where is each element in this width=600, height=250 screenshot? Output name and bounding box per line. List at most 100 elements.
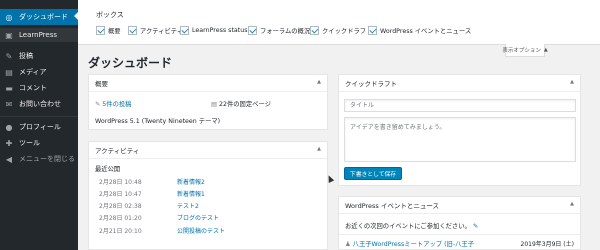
checkbox-wp-events[interactable]: WordPress イベントとニュース bbox=[368, 25, 471, 35]
admin-sidebar: ◎ ダッシュボード ▣ LearnPress ✎ 投稿 ▤ メディア ▬ コメン… bbox=[0, 0, 79, 250]
checkbox-checked[interactable] bbox=[96, 25, 105, 35]
recently-published-heading: 最近公開 bbox=[95, 166, 121, 173]
sidebar-item-label: メディア bbox=[19, 68, 47, 76]
screen-options-tab[interactable]: 表示オプション ▲ bbox=[502, 44, 548, 57]
divider bbox=[339, 234, 580, 235]
box-title: 概要 bbox=[95, 80, 108, 88]
toggle-arrow-icon[interactable]: ▲ bbox=[317, 146, 321, 152]
pages-count-link[interactable]: ▤ 22件の固定ページ bbox=[211, 99, 271, 108]
pages-icon: ▤ bbox=[211, 101, 219, 108]
checkbox-checked[interactable] bbox=[368, 25, 377, 35]
screen-options-tab-label: 表示オプション bbox=[502, 48, 541, 54]
toggle-arrow-icon[interactable]: ▲ bbox=[570, 201, 574, 207]
activity-date: 2月28日 10:47 bbox=[99, 190, 142, 198]
overview-box: 概要 ▲ ✎ 5件の投稿 ▤ 22件の固定ページ WordPress 5.1 (… bbox=[88, 74, 328, 130]
activity-post-link[interactable]: テスト2 bbox=[177, 201, 199, 210]
checkbox-label: 概要 bbox=[108, 27, 121, 35]
checkbox-label: LearnPress status bbox=[192, 26, 248, 34]
checkbox-checked[interactable] bbox=[310, 25, 319, 35]
activity-post-link[interactable]: 公開投稿のテスト bbox=[177, 226, 225, 235]
checkbox-learnpress-status[interactable]: LearnPress status bbox=[180, 25, 248, 35]
edit-pencil-icon[interactable]: ✎ bbox=[473, 223, 478, 230]
box-title: クイックドラフト bbox=[345, 80, 397, 88]
checkbox-overview[interactable]: 概要 bbox=[96, 25, 121, 35]
activity-date: 2月28日 10:48 bbox=[99, 178, 142, 186]
checkbox-checked[interactable] bbox=[248, 25, 257, 35]
overview-header[interactable]: 概要 ▲ bbox=[89, 75, 327, 92]
wp-events-header[interactable]: WordPress イベントとニュース ▲ bbox=[339, 197, 580, 214]
sidebar-item-dashboard[interactable]: ◎ ダッシュボード bbox=[0, 9, 78, 25]
activity-date: 2月28日 02:38 bbox=[99, 202, 142, 210]
checkbox-label: クイックドラフト bbox=[322, 27, 373, 35]
activity-post-link[interactable]: 新着情報1 bbox=[177, 189, 205, 198]
toggle-arrow-icon[interactable]: ▲ bbox=[570, 79, 574, 85]
checkbox-label: フォーラムの概況 bbox=[260, 27, 311, 35]
screen-options-title: ボックス bbox=[96, 11, 124, 19]
draft-title-input[interactable]: タイトル bbox=[344, 99, 576, 112]
collapse-menu-button[interactable]: ◀ メニューを閉じる bbox=[0, 151, 78, 167]
checkbox-checked[interactable] bbox=[180, 25, 189, 35]
sidebar-item-label: メニューを閉じる bbox=[19, 155, 75, 163]
activity-date: 2月21日 20:10 bbox=[99, 227, 142, 235]
sidebar-item-tools[interactable]: ✚ ツール bbox=[0, 135, 78, 151]
checkbox-label: アクティビティ bbox=[140, 27, 184, 35]
sidebar-item-media[interactable]: ▤ メディア bbox=[0, 64, 78, 80]
activity-row: 2月28日 02:38 テスト2 bbox=[99, 200, 199, 210]
sidebar-item-profile[interactable]: ● プロフィール bbox=[0, 119, 78, 135]
sidebar-item-label: プロフィール bbox=[19, 123, 61, 131]
toggle-arrow-icon[interactable]: ▲ bbox=[317, 79, 321, 85]
version-info: WordPress 5.1 (Twenty Nineteen テーマ) bbox=[95, 118, 221, 125]
mail-icon: ✉ bbox=[5, 99, 13, 109]
menu-separator bbox=[0, 116, 78, 117]
activity-date: 2月28日 01:20 bbox=[99, 214, 142, 222]
meetup-icon: ♟ bbox=[345, 241, 353, 248]
activity-box: アクティビティ ▲ 最近公開 2月28日 10:48 新着情報2 2月28日 1… bbox=[88, 141, 328, 250]
sidebar-item-label: LearnPress bbox=[19, 31, 57, 39]
activity-row: 2月28日 01:20 ブログのテスト bbox=[99, 212, 219, 222]
sidebar-item-posts[interactable]: ✎ 投稿 bbox=[0, 48, 78, 64]
sidebar-item-contact[interactable]: ✉ お問い合わせ bbox=[0, 96, 78, 112]
dashboard-icon: ◎ bbox=[5, 12, 13, 22]
checkbox-label: WordPress イベントとニュース bbox=[380, 27, 472, 35]
sidebar-item-learnpress[interactable]: ▣ LearnPress bbox=[0, 27, 78, 43]
activity-row: 2月28日 10:47 新着情報1 bbox=[99, 188, 205, 198]
checkbox-forum-overview[interactable]: フォーラムの概況 bbox=[248, 25, 310, 35]
user-icon: ● bbox=[5, 122, 13, 132]
caret-up-icon: ▲ bbox=[543, 47, 548, 53]
collapse-icon: ◀ bbox=[5, 154, 13, 164]
screen-options-panel: ボックス 概要 アクティビティ LearnPress status フォーラムの… bbox=[78, 0, 600, 45]
learnpress-icon: ▣ bbox=[5, 30, 13, 40]
sidebar-item-comments[interactable]: ▬ コメント bbox=[0, 80, 78, 96]
events-intro-text: お近くの次回のイベントにご参加ください。 bbox=[345, 223, 471, 230]
checkbox-checked[interactable] bbox=[128, 25, 137, 35]
activity-header[interactable]: アクティビティ ▲ bbox=[89, 142, 327, 159]
wrench-icon: ✚ bbox=[5, 138, 13, 148]
event-link[interactable]: 八王子WordPressミートアップ (旧-八王子 bbox=[353, 241, 474, 248]
activity-post-link[interactable]: 新着情報2 bbox=[177, 177, 205, 186]
posts-count-text[interactable]: 5件の投稿 bbox=[102, 101, 131, 108]
activity-post-link[interactable]: ブログのテスト bbox=[177, 213, 219, 222]
media-icon: ▤ bbox=[5, 67, 13, 77]
wp-events-box: WordPress イベントとニュース ▲ お近くの次回のイベントにご参加くださ… bbox=[338, 196, 581, 250]
event-date: 2019年3月9日 (土) bbox=[520, 241, 575, 248]
sidebar-item-label: ツール bbox=[19, 139, 40, 147]
box-title: WordPress イベントとニュース bbox=[345, 202, 440, 210]
sidebar-item-label: コメント bbox=[19, 84, 47, 92]
events-intro: お近くの次回のイベントにご参加ください。 ✎ bbox=[345, 221, 478, 230]
checkbox-quick-draft[interactable]: クイックドラフト bbox=[310, 25, 372, 35]
sidebar-item-label: お問い合わせ bbox=[19, 100, 61, 108]
posts-count-link[interactable]: ✎ 5件の投稿 bbox=[95, 99, 131, 108]
pages-count-text[interactable]: 22件の固定ページ bbox=[219, 101, 271, 108]
event-item: ♟ 八王子WordPressミートアップ (旧-八王子 bbox=[345, 239, 474, 248]
comment-icon: ▬ bbox=[5, 83, 13, 93]
box-title: アクティビティ bbox=[95, 147, 140, 155]
activity-row: 2月21日 20:10 公開投稿のテスト bbox=[99, 225, 225, 235]
quick-draft-header[interactable]: クイックドラフト ▲ bbox=[339, 75, 580, 92]
quick-draft-box: クイックドラフト ▲ タイトル アイデアを書き留めてみましょう。 下書きとして保… bbox=[338, 74, 581, 186]
activity-row: 2月28日 10:48 新着情報2 bbox=[99, 176, 205, 186]
save-draft-button[interactable]: 下書きとして保存 bbox=[344, 167, 402, 180]
sidebar-item-label: 投稿 bbox=[19, 52, 33, 60]
draft-content-textarea[interactable]: アイデアを書き留めてみましょう。 bbox=[344, 117, 576, 162]
checkbox-activity[interactable]: アクティビティ bbox=[128, 25, 183, 35]
sidebar-item-label: ダッシュボード bbox=[19, 13, 68, 21]
